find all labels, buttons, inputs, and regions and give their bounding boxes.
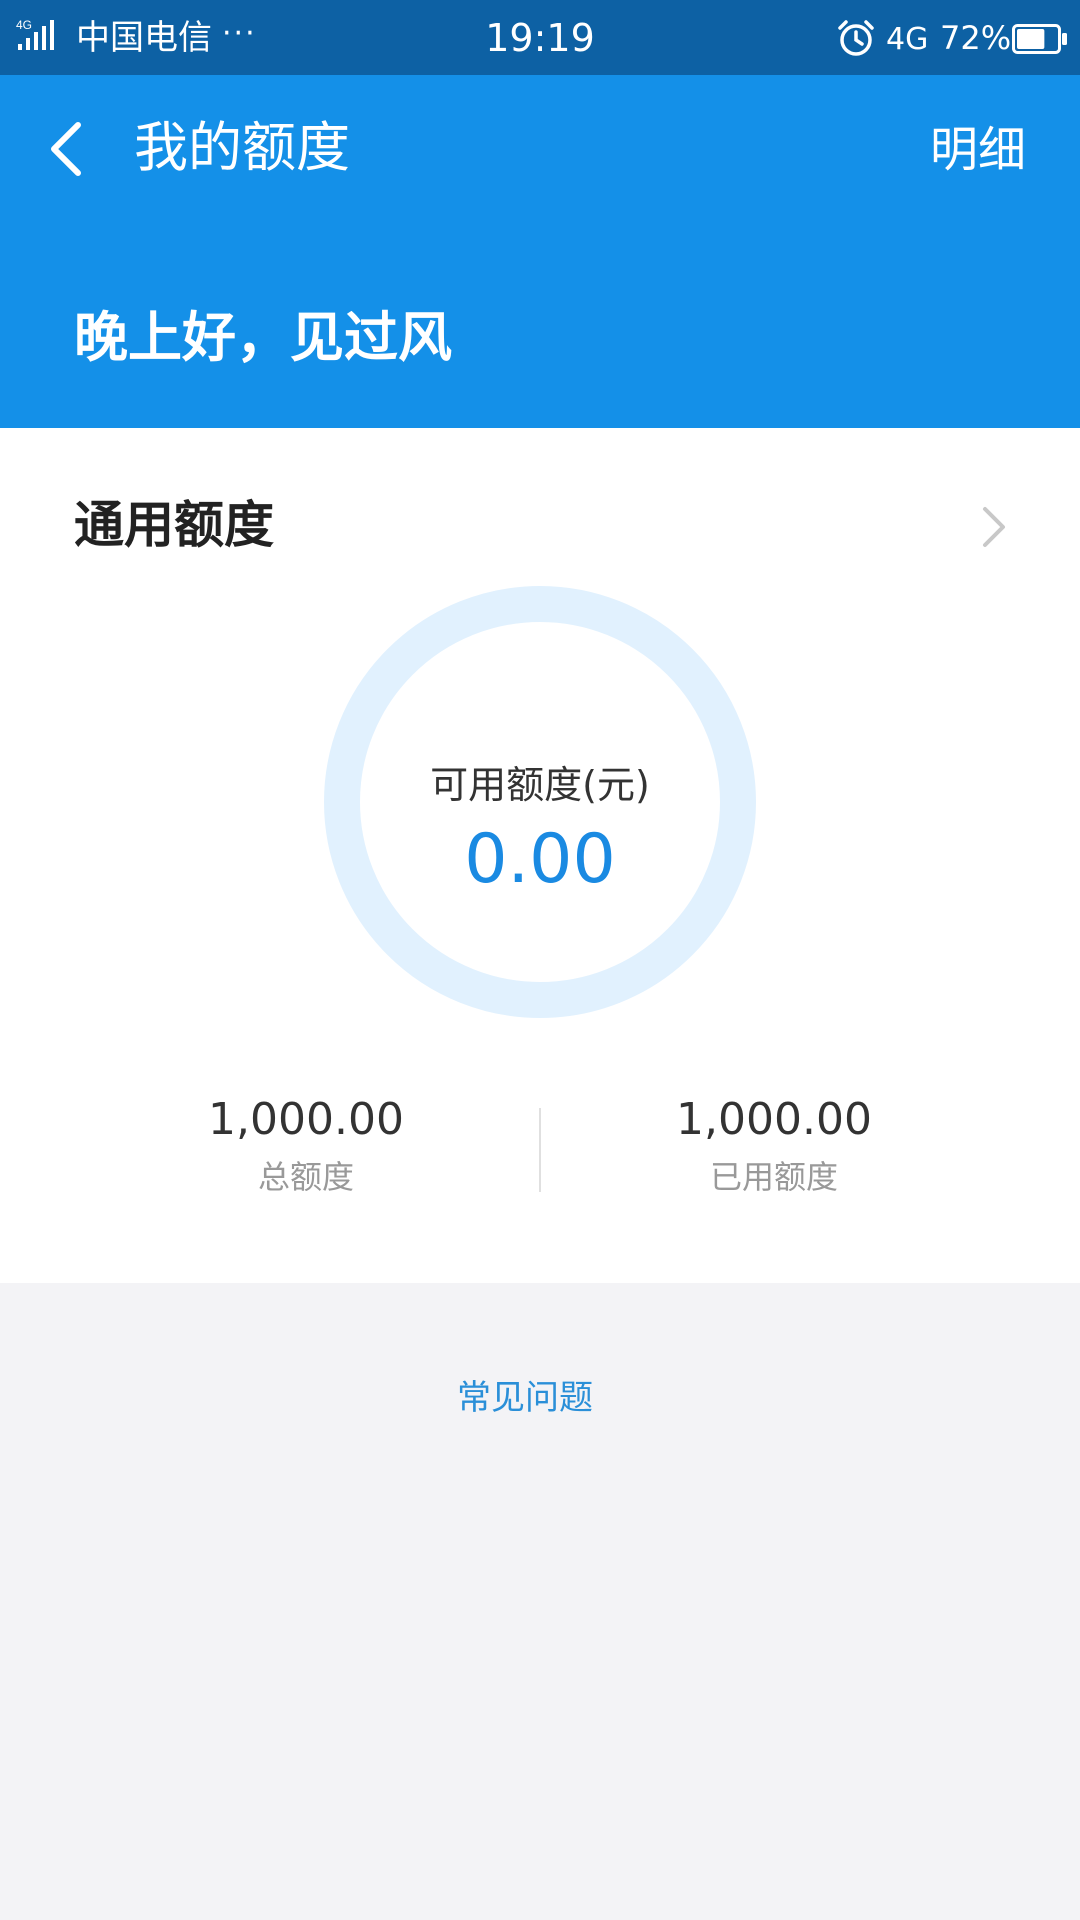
used-credit: 1,000.00 已用额度 <box>574 1092 974 1200</box>
credit-card: 通用额度 可用额度(元) 0.00 1,000.00 总额度 1,000.00 … <box>0 428 1080 1283</box>
total-credit: 1,000.00 总额度 <box>106 1092 506 1200</box>
battery-fill <box>1017 29 1045 49</box>
section-title: 通用额度 <box>74 496 274 554</box>
network-type: 4G <box>886 22 929 57</box>
chevron-left-icon[interactable] <box>44 119 88 179</box>
status-bar: 4G 中国电信 ··· 19:19 4G 72% <box>0 0 1080 75</box>
faq-link[interactable]: 常见问题 <box>0 1370 1050 1426</box>
used-credit-value: 1,000.00 <box>676 1094 872 1145</box>
battery-icon <box>1012 24 1067 54</box>
available-credit-value: 0.00 <box>464 820 616 899</box>
total-credit-label: 总额度 <box>257 1158 354 1196</box>
battery-percent: 72% <box>940 19 1012 57</box>
chevron-right-icon <box>983 507 1005 547</box>
header: 我的额度 明细 晚上好，见过风 <box>0 75 1080 428</box>
available-credit-ring: 可用额度(元) 0.00 <box>324 586 756 1018</box>
used-credit-label: 已用额度 <box>709 1158 838 1196</box>
greeting-text: 晚上好，见过风 <box>74 306 452 369</box>
detail-link[interactable]: 明细 <box>930 115 1026 185</box>
page-title: 我的额度 <box>134 116 350 179</box>
alarm-icon <box>838 20 874 56</box>
total-credit-value: 1,000.00 <box>208 1094 404 1145</box>
stat-divider <box>539 1108 541 1192</box>
available-credit-label: 可用额度(元) <box>430 763 650 807</box>
